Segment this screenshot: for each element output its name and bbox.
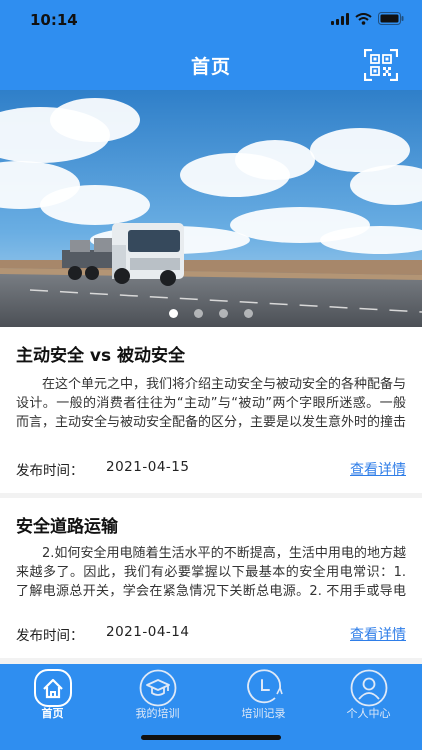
tab-training-records[interactable]: 培训记录 bbox=[211, 664, 316, 724]
article-card[interactable]: 主动安全 vs 被动安全 在这个单元之中，我们将介绍主动安全与被动安全的各种配备… bbox=[0, 327, 422, 493]
carousel-dot[interactable] bbox=[219, 309, 228, 318]
publish-date: 2021-04-14 bbox=[106, 624, 190, 640]
view-details-link[interactable]: 查看详情 bbox=[350, 459, 406, 479]
article-footer: 发布时间： 2021-04-14 查看详情 bbox=[16, 624, 406, 644]
view-details-link[interactable]: 查看详情 bbox=[350, 624, 406, 644]
carousel-dot[interactable] bbox=[194, 309, 203, 318]
status-bar: 10:14 bbox=[0, 0, 422, 44]
publish-time-label: 发布时间： bbox=[16, 463, 84, 479]
publish-time-label: 发布时间： bbox=[16, 628, 84, 644]
app-screen: 10:14 首页 主动安全 vs 被动安全 在这个单元之中，我们将介绍主动安全与… bbox=[0, 0, 422, 750]
banner-image bbox=[0, 90, 422, 327]
qr-scan-icon[interactable] bbox=[364, 49, 398, 81]
tab-label: 我的培训 bbox=[135, 707, 180, 720]
carousel-indicator[interactable] bbox=[0, 309, 422, 318]
top-bar: 10:14 首页 bbox=[0, 0, 422, 90]
carousel-dot[interactable] bbox=[244, 309, 253, 318]
home-icon bbox=[33, 669, 72, 707]
tab-label: 首页 bbox=[41, 707, 64, 720]
user-icon bbox=[350, 669, 387, 707]
tab-label: 个人中心 bbox=[346, 707, 391, 720]
article-excerpt: 2.如何安全用电随着生活水平的不断提高，生活中用电的地方越来越多了。因此，我们有… bbox=[16, 546, 406, 599]
tab-profile[interactable]: 个人中心 bbox=[316, 664, 421, 724]
publish-date: 2021-04-15 bbox=[106, 459, 190, 475]
page-title: 首页 bbox=[190, 56, 231, 78]
article-card[interactable]: 安全道路运输 2.如何安全用电随着生活水平的不断提高，生活中用电的地方越来越多了… bbox=[0, 498, 422, 658]
article-title: 主动安全 vs 被动安全 bbox=[16, 346, 186, 366]
carousel-dot[interactable] bbox=[169, 309, 178, 318]
status-time: 10:14 bbox=[30, 11, 78, 29]
home-indicator bbox=[141, 735, 281, 740]
tab-home[interactable]: 首页 bbox=[0, 664, 105, 724]
battery-icon bbox=[378, 12, 404, 25]
graduation-cap-icon bbox=[139, 669, 176, 707]
tab-label: 培训记录 bbox=[241, 707, 286, 720]
signal-icon bbox=[331, 12, 349, 25]
banner-carousel[interactable] bbox=[0, 90, 422, 327]
article-title: 安全道路运输 bbox=[16, 517, 118, 537]
article-footer: 发布时间： 2021-04-15 查看详情 bbox=[16, 459, 406, 479]
article-excerpt: 在这个单元之中，我们将介绍主动安全与被动安全的各种配备与设计。一般的消费者往往为… bbox=[16, 377, 406, 430]
tab-my-training[interactable]: 我的培训 bbox=[105, 664, 210, 724]
wifi-icon bbox=[355, 12, 372, 25]
status-icons bbox=[331, 12, 404, 25]
clock-icon bbox=[246, 669, 283, 704]
